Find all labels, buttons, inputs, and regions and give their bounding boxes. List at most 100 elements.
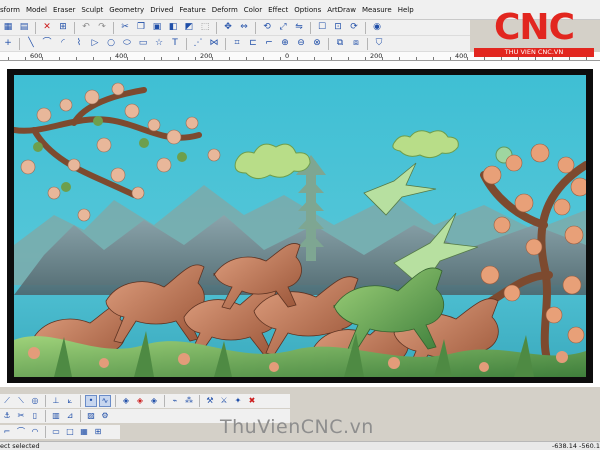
undo-icon[interactable]: ↶ — [79, 21, 93, 35]
diamond3-icon[interactable]: ◈ — [148, 395, 160, 407]
toolbar-separator — [80, 410, 81, 422]
menu-item-sculpt[interactable]: Sculpt — [78, 0, 106, 20]
save-icon[interactable]: ▤ — [17, 21, 31, 35]
cam-icon[interactable]: ▨ — [85, 410, 97, 422]
line-icon[interactable]: ╲ — [24, 37, 38, 51]
point-icon[interactable]: • — [85, 395, 97, 407]
circle-icon[interactable]: ○ — [104, 37, 118, 51]
grid-icon[interactable]: ⊞ — [92, 426, 104, 438]
gear-icon[interactable]: ⚙ — [99, 410, 111, 422]
mirror-icon[interactable]: ⇋ — [292, 21, 306, 35]
weld-icon[interactable]: ⊕ — [278, 37, 292, 51]
paste-icon[interactable]: ▣ — [150, 21, 164, 35]
ruler-tick — [25, 57, 26, 60]
3d-view[interactable] — [0, 61, 600, 387]
orbit-icon[interactable]: ◎ — [29, 395, 41, 407]
select-icon[interactable]: + — [1, 37, 15, 51]
toolbar-separator — [365, 21, 366, 34]
spray-icon[interactable]: ⁂ — [183, 395, 195, 407]
join-icon[interactable]: ⋈ — [207, 37, 221, 51]
knife-icon[interactable]: ⚔ — [218, 395, 230, 407]
corner-icon[interactable]: ⌐ — [1, 426, 13, 438]
diamond2-icon[interactable]: ◈ — [134, 395, 146, 407]
layers-icon[interactable]: ▦ — [78, 426, 90, 438]
wire-icon[interactable]: ⬚ — [198, 21, 212, 35]
triangle-icon[interactable]: ▷ — [88, 37, 102, 51]
ruler-tick — [59, 57, 60, 60]
view-icon[interactable]: ◉ — [370, 21, 384, 35]
group-icon[interactable]: ⧉ — [333, 37, 347, 51]
menu-item-deform[interactable]: Deform — [209, 0, 241, 20]
arrows-icon[interactable]: ⇔ — [237, 21, 251, 35]
ruler-tick — [263, 57, 264, 60]
curve-icon[interactable]: ⌒ — [40, 37, 54, 51]
node-icon[interactable]: ⋰ — [191, 37, 205, 51]
shield-icon[interactable]: ⛉ — [372, 37, 386, 51]
star-tool-icon[interactable]: ✦ — [232, 395, 244, 407]
anchor-icon[interactable]: ⚓ — [1, 410, 13, 422]
arc-tool-icon[interactable]: ◠ — [29, 426, 41, 438]
square-icon[interactable]: □ — [64, 426, 76, 438]
rect-tool-icon[interactable]: ▭ — [50, 426, 62, 438]
ruler-tick — [416, 57, 417, 60]
shaded-icon[interactable]: ◩ — [182, 21, 196, 35]
text-icon[interactable]: T — [168, 37, 182, 51]
curve-tool-icon[interactable]: ⌒ — [15, 426, 27, 438]
rotate-icon[interactable]: ⟲ — [260, 21, 274, 35]
floor-icon[interactable]: ⊥ — [50, 395, 62, 407]
menu-item-sform[interactable]: sform — [0, 0, 23, 20]
ellipse-icon[interactable]: ⬭ — [120, 37, 134, 51]
menu-item-drived[interactable]: Drived — [147, 0, 176, 20]
menu-item-color[interactable]: Color — [241, 0, 265, 20]
menu-item-eraser[interactable]: Eraser — [50, 0, 78, 20]
open-icon[interactable]: ▦ — [1, 21, 15, 35]
toolbar-separator — [255, 21, 256, 34]
ruler-label: 200 — [200, 52, 213, 60]
delete-icon[interactable]: ✖ — [246, 395, 258, 407]
trim-icon[interactable]: ⌗ — [230, 37, 244, 51]
relief-model[interactable] — [14, 75, 586, 377]
rectangle-icon[interactable]: ▭ — [136, 37, 150, 51]
tools-icon[interactable]: ⚒ — [204, 395, 216, 407]
doc-icon[interactable]: ▯ — [29, 410, 41, 422]
cube-icon[interactable]: ◧ — [166, 21, 180, 35]
menu-item-geometry[interactable]: Geometry — [106, 0, 147, 20]
brush-icon[interactable]: ⌁ — [169, 395, 181, 407]
scissors-icon[interactable]: ✂ — [15, 410, 27, 422]
zoom-fit-icon[interactable]: ⊡ — [331, 21, 345, 35]
ruler-tick — [212, 57, 213, 60]
vector-icon[interactable]: ⊿ — [64, 410, 76, 422]
ruler-tick — [365, 57, 366, 60]
x-axis-icon[interactable]: ⟋ — [1, 395, 13, 407]
offset-icon[interactable]: ⊏ — [246, 37, 260, 51]
cross-icon[interactable]: ✕ — [40, 21, 54, 35]
slope-icon[interactable]: ⟀ — [64, 395, 76, 407]
intersect-icon[interactable]: ⊗ — [310, 37, 324, 51]
menu-item-options[interactable]: Options — [291, 0, 324, 20]
trash-icon[interactable]: ▥ — [50, 410, 62, 422]
fillet-icon[interactable]: ⌐ — [262, 37, 276, 51]
scale-icon[interactable]: ⤢ — [276, 21, 290, 35]
cut-icon[interactable]: ✂ — [118, 21, 132, 35]
diamond-icon[interactable]: ◈ — [120, 395, 132, 407]
subtract-icon[interactable]: ⊖ — [294, 37, 308, 51]
menu-item-help[interactable]: Help — [395, 0, 417, 20]
ungroup-icon[interactable]: ⧈ — [349, 37, 363, 51]
menu-item-model[interactable]: Model — [23, 0, 50, 20]
spline-icon[interactable]: ∿ — [99, 395, 111, 407]
menu-item-effect[interactable]: Effect — [265, 0, 291, 20]
ruler-tick — [297, 57, 298, 60]
mesh-icon[interactable]: ⊞ — [56, 21, 70, 35]
menu-item-feature[interactable]: Feature — [176, 0, 208, 20]
menu-item-artdraw[interactable]: ArtDraw — [324, 0, 359, 20]
redo-icon[interactable]: ↷ — [95, 21, 109, 35]
reset-icon[interactable]: ⟳ — [347, 21, 361, 35]
star-icon[interactable]: ☆ — [152, 37, 166, 51]
arc-icon[interactable]: ◜ — [56, 37, 70, 51]
move-icon[interactable]: ✥ — [221, 21, 235, 35]
menu-item-measure[interactable]: Measure — [359, 0, 395, 20]
pan-icon[interactable]: ☐ — [315, 21, 329, 35]
copy-icon[interactable]: ❐ — [134, 21, 148, 35]
y-axis-icon[interactable]: ⟍ — [15, 395, 27, 407]
polyline-icon[interactable]: ⌇ — [72, 37, 86, 51]
